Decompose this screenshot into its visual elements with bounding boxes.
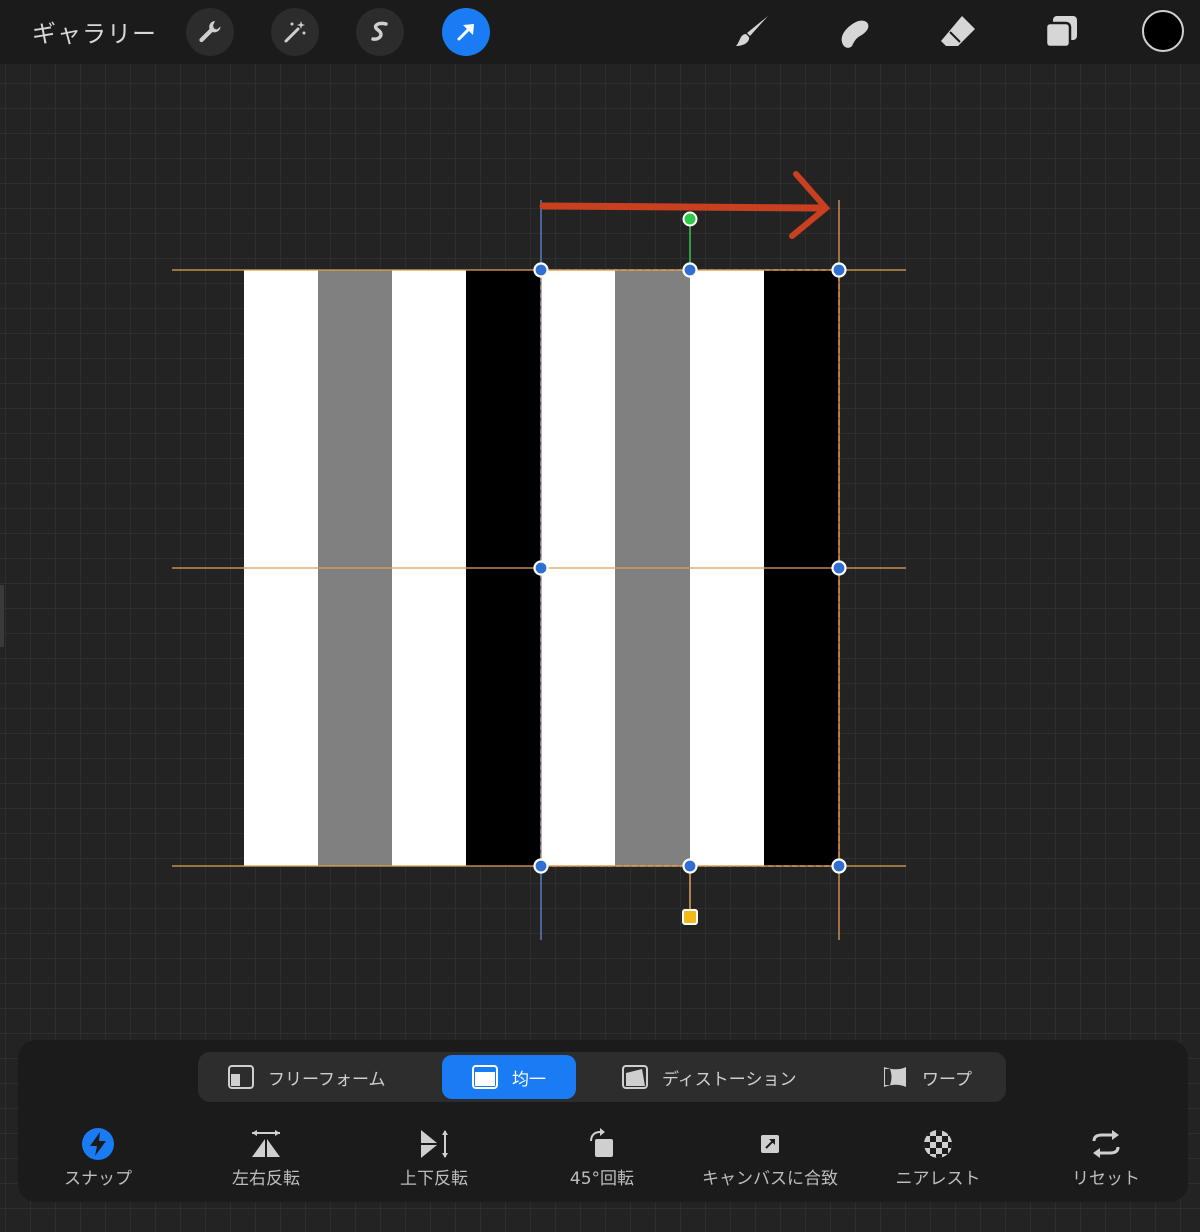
handle-top-left[interactable] [533, 262, 549, 278]
layers-button[interactable] [1040, 10, 1084, 54]
smudge-icon [841, 20, 869, 48]
action-label: 左右反転 [232, 1169, 300, 1189]
mode-uniform[interactable]: 均一 [442, 1055, 576, 1099]
distort-icon [622, 1065, 648, 1089]
transform-panel: フリーフォーム 均一 ディストーション ワープ スナップ 左右反転 上下反転 4… [18, 1040, 1188, 1202]
handle-top-right[interactable] [831, 262, 847, 278]
layers-icon [1044, 16, 1077, 49]
snap-bolt-icon [82, 1128, 114, 1160]
canvas-svg [172, 171, 906, 940]
color-swatch-button[interactable] [1142, 10, 1184, 52]
erase-tool[interactable] [936, 10, 980, 54]
action-label: ニアレスト [895, 1169, 981, 1189]
mode-label: フリーフォーム [268, 1069, 386, 1090]
flip-horizontal-button[interactable]: 左右反転 [186, 1126, 346, 1189]
adjustments-button[interactable] [271, 8, 319, 56]
rotate-45-icon [590, 1128, 613, 1157]
mode-label: ディストーション [662, 1069, 797, 1090]
pivot-anchor-handle[interactable] [682, 909, 698, 925]
transform-button[interactable] [442, 8, 490, 56]
canvas-area[interactable] [0, 64, 1200, 1044]
action-label: 上下反転 [400, 1169, 468, 1189]
paint-tool[interactable] [730, 10, 774, 54]
gallery-button[interactable]: ギャラリー [32, 14, 157, 49]
freeform-icon [228, 1065, 254, 1089]
rotate-45-button[interactable]: 45°回転 [522, 1126, 682, 1189]
smudge-tool[interactable] [832, 10, 876, 54]
mode-label: 均一 [512, 1069, 546, 1090]
action-label: キャンバスに合致 [702, 1169, 838, 1189]
selection-s-icon [371, 21, 388, 41]
nearest-interpolation-button[interactable]: ニアレスト [858, 1126, 1018, 1189]
magic-wand-icon [284, 21, 306, 43]
mode-warp[interactable]: ワープ [882, 1055, 1002, 1099]
handle-top-center[interactable] [682, 262, 698, 278]
rotation-handle[interactable] [682, 211, 698, 227]
fit-canvas-icon [761, 1135, 779, 1153]
warp-icon [884, 1067, 906, 1087]
action-label: リセット [1072, 1169, 1140, 1189]
handle-bottom-center[interactable] [682, 858, 698, 874]
handle-middle-right[interactable] [831, 560, 847, 576]
top-toolbar: ギャラリー [0, 0, 1200, 64]
mode-distort[interactable]: ディストーション [622, 1055, 852, 1099]
flip-vertical-icon [421, 1130, 448, 1158]
mode-freeform[interactable]: フリーフォーム [228, 1055, 428, 1099]
actions-button[interactable] [186, 8, 234, 56]
handle-bottom-left[interactable] [533, 858, 549, 874]
snap-button[interactable]: スナップ [18, 1126, 178, 1189]
mode-label: ワープ [922, 1069, 972, 1090]
reset-button[interactable]: リセット [1026, 1126, 1186, 1189]
uniform-icon [472, 1065, 498, 1089]
wrench-icon [199, 21, 221, 43]
flip-vertical-button[interactable]: 上下反転 [354, 1126, 514, 1189]
nearest-interp-icon [924, 1130, 952, 1158]
red-arrow-annotation [539, 171, 831, 239]
selection-button[interactable] [356, 8, 404, 56]
transform-arrow-icon [457, 24, 474, 41]
action-label: 45°回転 [569, 1169, 635, 1189]
handle-bottom-right[interactable] [831, 858, 847, 874]
fit-to-canvas-button[interactable]: キャンバスに合致 [690, 1126, 850, 1189]
brush-icon [736, 16, 768, 46]
flip-horizontal-icon [252, 1130, 280, 1157]
action-label: スナップ [64, 1169, 132, 1189]
eraser-icon [941, 16, 975, 46]
transform-mode-bar: フリーフォーム 均一 ディストーション ワープ [198, 1052, 1006, 1102]
handle-middle-left[interactable] [533, 560, 549, 576]
reset-icon [1092, 1130, 1120, 1158]
